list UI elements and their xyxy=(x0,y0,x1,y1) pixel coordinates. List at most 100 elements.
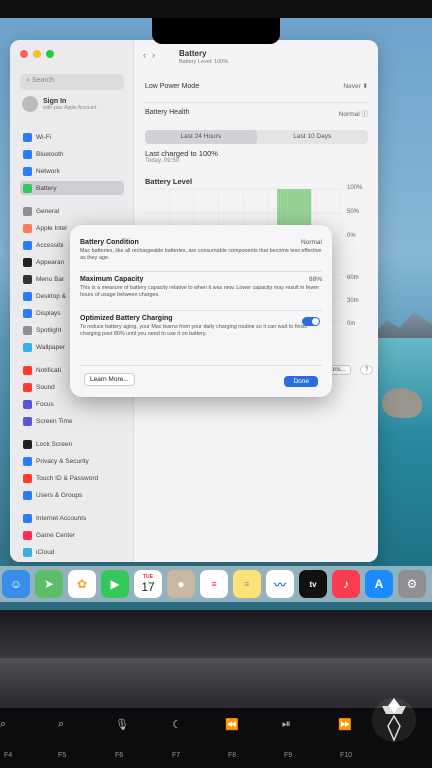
low-power-select[interactable]: Never ⬍ xyxy=(343,82,368,90)
y-tick-100: 100% xyxy=(347,185,363,191)
sidebar-item-icon xyxy=(23,473,32,483)
photos-icon[interactable]: ✿ xyxy=(68,570,96,598)
sidebar-item-label: Wi-Fi xyxy=(36,133,52,141)
y-tick-50: 50% xyxy=(347,209,360,215)
sidebar-item-label: Screen Time xyxy=(36,417,73,425)
optimized-description: To reduce battery aging, your Mac learns… xyxy=(80,324,308,338)
photo-frame: ⌕ Search Sign In with your Apple Account… xyxy=(0,0,432,768)
sidebar-item-icon xyxy=(23,513,32,523)
sidebar-item[interactable]: General xyxy=(20,204,124,218)
condition-value: Normal xyxy=(301,239,322,246)
finder-icon[interactable]: ☺ xyxy=(2,570,30,598)
sidebar-item[interactable]: Bluetooth xyxy=(20,147,124,161)
settings-icon[interactable]: ⚙ xyxy=(398,570,426,598)
sidebar-item-label: Desktop & xyxy=(36,292,66,300)
forward-arrow-icon[interactable]: › xyxy=(152,50,155,60)
forward-key-icon: ⏩ xyxy=(338,719,352,731)
laptop-hinge xyxy=(0,610,432,658)
sidebar-item[interactable]: Screen Time xyxy=(20,414,124,428)
wallpaper-lake xyxy=(372,338,432,578)
sidebar-item[interactable]: Network xyxy=(20,164,124,178)
contacts-icon[interactable]: ● xyxy=(167,570,195,598)
low-power-label: Low Power Mode xyxy=(145,82,200,90)
info-icon[interactable]: ⓘ xyxy=(362,111,369,118)
zoom-button[interactable] xyxy=(46,50,54,58)
sidebar-item-icon xyxy=(23,382,32,392)
condition-section: Battery Condition Normal Mac batteries, … xyxy=(80,239,322,262)
sidebar-item-icon xyxy=(23,223,32,233)
sidebar-item-label: Battery xyxy=(36,184,57,192)
sidebar-item-icon xyxy=(23,325,32,335)
sidebar-item[interactable]: Touch ID & Password xyxy=(20,471,124,485)
usage-tick-60m: 60m xyxy=(347,275,359,281)
play-pause-key-icon: ⏯ xyxy=(282,718,291,730)
sidebar-item-label: Network xyxy=(36,167,60,175)
sidebar-item-icon xyxy=(23,456,32,466)
chevron-updown-icon: ⬍ xyxy=(362,83,368,90)
facetime-icon[interactable]: ▶ xyxy=(101,570,129,598)
search-placeholder: Search xyxy=(31,77,55,84)
sidebar-item-icon xyxy=(23,547,32,557)
battery-health-value: Normal xyxy=(338,110,360,118)
fkey-label: F5 xyxy=(58,752,67,759)
sidebar-item[interactable]: Internet Accounts xyxy=(20,511,124,525)
battery-health-label: Battery Health xyxy=(145,109,190,116)
sidebar-item-icon xyxy=(23,132,32,142)
tv-icon[interactable]: tv xyxy=(299,570,327,598)
rewind-key-icon: ⏪ xyxy=(225,719,239,731)
fkey-label: F9 xyxy=(284,752,293,759)
freeform-icon[interactable]: 〰 xyxy=(266,570,294,598)
sidebar-item-label: Internet Accounts xyxy=(36,514,87,522)
back-arrow-icon[interactable]: ‹ xyxy=(143,50,146,60)
tab-last-24-hours[interactable]: Last 24 Hours xyxy=(145,130,257,144)
condition-description: Mac batteries, like all rechargeable bat… xyxy=(80,248,322,262)
sidebar-item[interactable]: Game Center xyxy=(20,528,124,542)
sidebar-item-label: Spotlight xyxy=(36,326,62,334)
sidebar-item-label: Appearan xyxy=(36,258,65,266)
app-store-icon[interactable]: A xyxy=(365,570,393,598)
help-button[interactable]: ? xyxy=(360,365,374,375)
capacity-section: Maximum Capacity 88% This is a measure o… xyxy=(80,276,322,299)
search-key-icon: ⌕ xyxy=(58,718,65,730)
battery-health-dialog: Battery Condition Normal Mac batteries, … xyxy=(70,225,332,397)
reminders-icon[interactable]: ≡ xyxy=(200,570,228,598)
search-input[interactable]: ⌕ Search xyxy=(20,74,124,90)
window-controls xyxy=(20,50,54,58)
optimized-charging-toggle[interactable] xyxy=(302,317,320,326)
screen-bezel xyxy=(0,0,432,20)
learn-more-button[interactable]: Learn More... xyxy=(84,373,135,386)
sidebar-item[interactable]: Users & Groups xyxy=(20,488,124,502)
sidebar-item-icon xyxy=(23,530,32,540)
calendar-icon[interactable]: TUE 17 xyxy=(134,570,162,598)
sidebar-item[interactable]: Wi-Fi xyxy=(20,130,124,144)
minimize-button[interactable] xyxy=(33,50,41,58)
sidebar-item[interactable]: Lock Screen xyxy=(20,437,124,451)
capacity-label: Maximum Capacity xyxy=(80,276,144,283)
done-button[interactable]: Done xyxy=(284,376,318,387)
sidebar-item-icon xyxy=(23,416,32,426)
sidebar-item[interactable]: Focus xyxy=(20,397,124,411)
sidebar-item-icon xyxy=(23,291,32,301)
time-range-tabs: Last 24 Hours Last 10 Days xyxy=(145,130,368,144)
maps-icon[interactable]: ➤ xyxy=(35,570,63,598)
sidebar-item-icon xyxy=(23,149,32,159)
sidebar-item-label: Displays xyxy=(36,309,61,317)
sidebar-item[interactable]: Privacy & Security xyxy=(20,454,124,468)
close-button[interactable] xyxy=(20,50,28,58)
sidebar-item[interactable]: Battery xyxy=(20,181,124,195)
calendar-day: 17 xyxy=(141,580,155,594)
music-icon[interactable]: ♪ xyxy=(332,570,360,598)
sign-in-item[interactable]: Sign In with your Apple Account xyxy=(22,96,96,112)
sidebar-item-label: Apple Intel xyxy=(36,224,67,232)
sidebar-item-icon xyxy=(23,183,32,193)
tab-last-10-days[interactable]: Last 10 Days xyxy=(257,130,369,144)
capacity-description: This is a measure of battery capacity re… xyxy=(80,285,320,299)
sidebar-item[interactable]: iCloud xyxy=(20,545,124,559)
battery-level-title: Battery Level xyxy=(145,177,193,186)
notes-icon[interactable]: ≡ xyxy=(233,570,261,598)
keyboard xyxy=(0,708,432,768)
sidebar-item-label: Accessibi xyxy=(36,241,64,249)
sidebar-item-label: Bluetooth xyxy=(36,150,64,158)
fkey-label: F8 xyxy=(228,752,237,759)
low-power-value: Never xyxy=(343,83,361,90)
